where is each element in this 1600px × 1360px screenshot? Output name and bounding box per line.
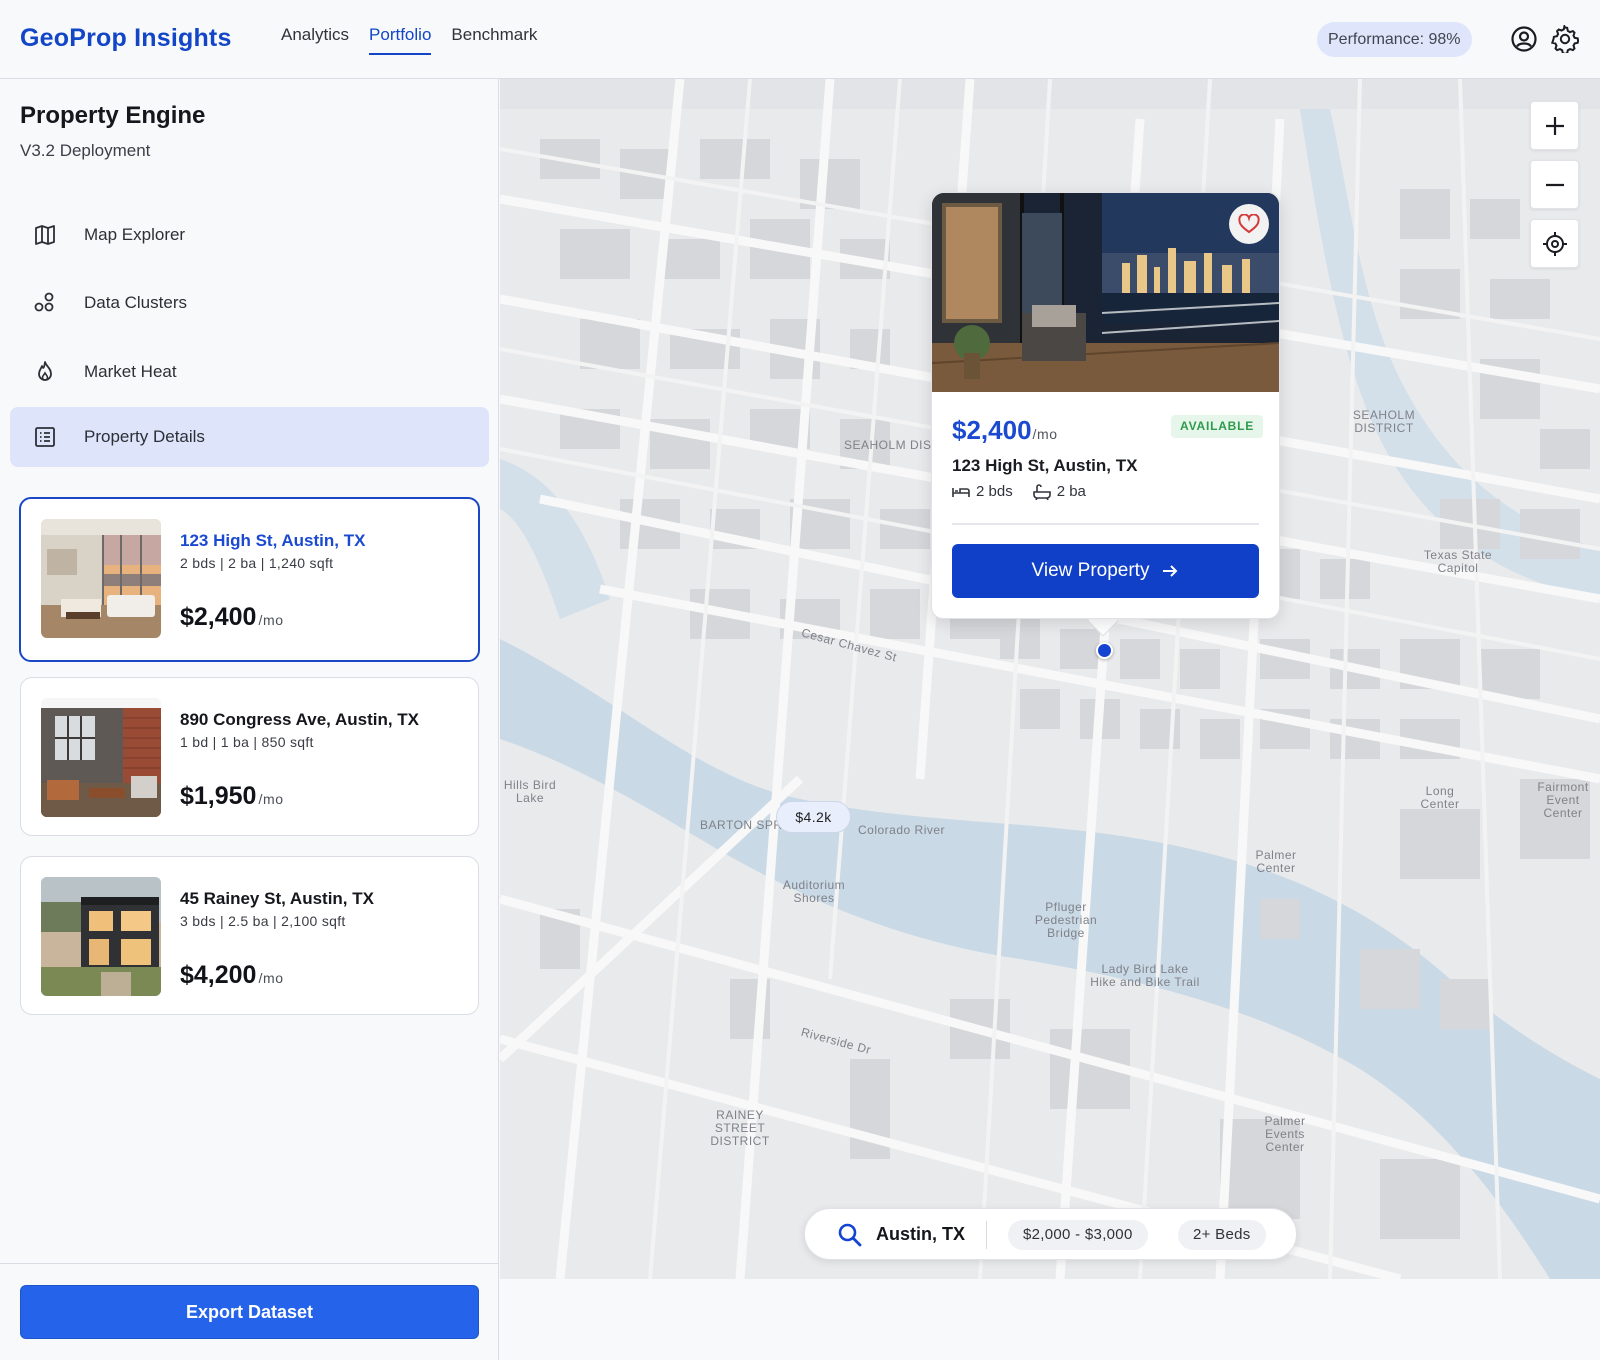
bath-icon [1032, 483, 1051, 500]
crosshair-icon [1542, 231, 1567, 256]
listing-card[interactable]: 45 Rainey St, Austin, TX 3 bds | 2.5 ba … [20, 856, 479, 1015]
property-popup: $2,400/mo AVAILABLE 123 High St, Austin,… [931, 192, 1280, 619]
listing-address: 123 High St, Austin, TX [180, 531, 366, 550]
listing-photo [41, 877, 161, 996]
listing-card[interactable]: 890 Congress Ave, Austin, TX 1 bd | 1 ba… [20, 677, 479, 836]
main-nav: Analytics Portfolio Benchmark [281, 25, 557, 55]
menu-data-clusters[interactable]: Data Clusters [10, 273, 489, 333]
listing-photo [41, 519, 161, 638]
listing-price: $1,950/mo [180, 782, 284, 810]
map-label-district: RAINEY STREET DISTRICT [710, 1108, 770, 1148]
search-location[interactable]: Austin, TX [876, 1224, 965, 1245]
favorite-button[interactable] [1229, 204, 1269, 244]
popup-baths: 2 ba [1056, 483, 1086, 500]
listing-address: 45 Rainey St, Austin, TX [180, 889, 374, 908]
menu-label: Map Explorer [84, 225, 186, 244]
listing-specs: 2 bds | 2 ba | 1,240 sqft [180, 555, 334, 571]
listing-specs: 1 bd | 1 ba | 850 sqft [180, 734, 314, 750]
performance-badge: Performance: 98% [1317, 22, 1472, 57]
map-price-cluster[interactable]: $4.2k [776, 801, 851, 833]
map-location-marker[interactable] [1096, 642, 1113, 659]
menu-property-details[interactable]: Property Details [10, 407, 489, 467]
map-search-bar: Austin, TX $2,000 - $3,000 2+ Beds [804, 1208, 1297, 1260]
map-label-river: Colorado River [858, 823, 946, 837]
nav-analytics[interactable]: Analytics [281, 25, 349, 55]
list-details-icon [31, 423, 59, 451]
zoom-out-button[interactable] [1530, 160, 1579, 209]
map-label-park: Auditorium Shores [782, 878, 846, 905]
minus-icon [1545, 183, 1564, 186]
listing-address: 890 Congress Ave, Austin, TX [180, 710, 420, 729]
map-label-venue: Palmer Center [1255, 848, 1297, 875]
map-label-venue: Fairmont Event Center [1537, 780, 1589, 820]
menu-map-explorer[interactable]: Map Explorer [10, 205, 489, 265]
listing-price: $2,400/mo [180, 603, 284, 631]
menu-market-heat[interactable]: Market Heat [10, 342, 489, 402]
bed-icon [952, 487, 970, 497]
map-label-bridge: Pfluger Pedestrian Bridge [1034, 900, 1098, 940]
search-icon[interactable] [836, 1221, 864, 1249]
map-label-venue: Long Center [1420, 784, 1460, 811]
popup-price: $2,400/mo [952, 415, 1058, 445]
menu-label: Property Details [84, 427, 205, 446]
popup-beds: 2 bds [976, 483, 1013, 500]
locate-me-button[interactable] [1530, 219, 1579, 268]
map-label-district: SEAHOLM DISTRICT [1352, 408, 1416, 435]
arrow-right-icon [1163, 565, 1178, 577]
divider [986, 1221, 987, 1249]
map-label-lake: Hills Bird Lake [503, 778, 557, 805]
view-property-label: View Property [1031, 560, 1150, 581]
menu-label: Data Clusters [84, 293, 187, 312]
popup-specs: 2 bds 2 ba [952, 483, 1086, 500]
listing-photo [41, 698, 161, 817]
zoom-in-button[interactable] [1530, 101, 1579, 150]
sidebar: Property Engine V3.2 Deployment Map Expl… [0, 79, 499, 1360]
listing-card-selected[interactable]: 123 High St, Austin, TX 2 bds | 2 ba | 1… [19, 497, 480, 662]
listing-price: $4,200/mo [180, 961, 284, 989]
listing-specs: 3 bds | 2.5 ba | 2,100 sqft [180, 913, 346, 929]
export-dataset-button[interactable]: Export Dataset [20, 1285, 479, 1339]
nav-portfolio[interactable]: Portfolio [369, 25, 432, 55]
plus-icon [1545, 116, 1564, 135]
menu-label: Market Heat [84, 362, 177, 381]
price-range-filter[interactable]: $2,000 - $3,000 [1008, 1220, 1148, 1250]
sidebar-footer: Export Dataset [0, 1263, 499, 1360]
map-icon [31, 221, 59, 249]
flame-icon [31, 358, 59, 386]
map-label-capitol: Texas State Capitol [1423, 548, 1493, 575]
beds-filter[interactable]: 2+ Beds [1178, 1220, 1266, 1250]
top-header: GeoProp Insights Analytics Portfolio Ben… [0, 0, 1600, 79]
divider [952, 523, 1259, 525]
clusters-icon [31, 289, 59, 317]
nav-benchmark[interactable]: Benchmark [451, 25, 537, 55]
view-property-button[interactable]: View Property [952, 544, 1259, 598]
availability-badge: AVAILABLE [1171, 415, 1264, 438]
engine-title: Property Engine [20, 102, 206, 129]
settings-gear-icon[interactable] [1551, 23, 1580, 55]
account-icon[interactable] [1510, 25, 1538, 53]
engine-version: V3.2 Deployment [20, 141, 151, 160]
popup-address: 123 High St, Austin, TX [952, 456, 1138, 475]
property-photo [932, 193, 1279, 392]
brand-logo[interactable]: GeoProp Insights [20, 24, 232, 53]
heart-icon [1238, 214, 1260, 234]
map-label-venue: Palmer Events Center [1264, 1114, 1306, 1154]
map-label-trail: Lady Bird Lake Hike and Bike Trail [1090, 962, 1200, 989]
